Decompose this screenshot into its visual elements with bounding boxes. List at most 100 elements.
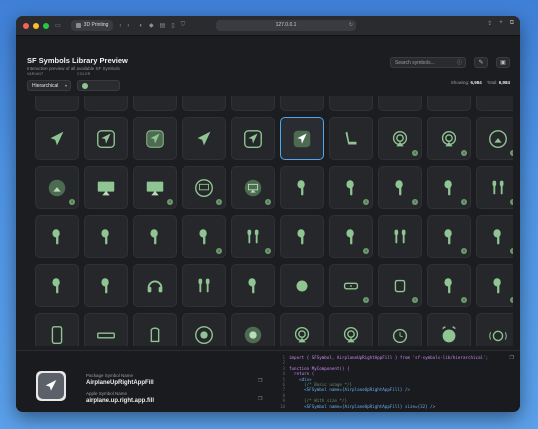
- color-picker[interactable]: [77, 80, 120, 91]
- symbol-cell[interactable]: i: [427, 117, 471, 160]
- share-icon[interactable]: ⇪: [487, 20, 492, 27]
- symbol-cell[interactable]: i: [35, 166, 79, 209]
- info-icon[interactable]: i: [265, 248, 271, 254]
- tab-group[interactable]: 3D Printing: [70, 20, 114, 31]
- tab-icon[interactable]: ▯: [171, 22, 174, 29]
- symbol-cell[interactable]: i: [476, 117, 513, 160]
- symbol-cell[interactable]: [280, 166, 324, 209]
- reader-icon[interactable]: ▤: [160, 22, 166, 29]
- symbol-cell[interactable]: [84, 96, 128, 111]
- edit-button[interactable]: ✎: [474, 57, 488, 68]
- symbol-cell[interactable]: [35, 96, 79, 111]
- zoom-button[interactable]: [43, 22, 49, 29]
- symbol-cell[interactable]: [182, 264, 226, 307]
- symbol-cell[interactable]: [427, 313, 471, 346]
- variant-select[interactable]: Hierarchical ▾: [27, 80, 71, 91]
- copy-package-icon[interactable]: ❐: [258, 378, 262, 384]
- new-tab-icon[interactable]: +: [499, 20, 503, 27]
- symbol-cell[interactable]: [84, 313, 128, 346]
- symbol-cell[interactable]: i: [329, 215, 373, 258]
- symbol-cell[interactable]: i: [378, 264, 422, 307]
- info-icon[interactable]: i: [412, 150, 418, 156]
- symbol-cell[interactable]: [329, 117, 373, 160]
- info-icon[interactable]: i: [216, 248, 222, 254]
- symbol-cell[interactable]: i: [133, 166, 177, 209]
- close-button[interactable]: [23, 22, 29, 29]
- info-icon[interactable]: i: [363, 297, 369, 303]
- symbol-cell[interactable]: [182, 117, 226, 160]
- info-icon[interactable]: i: [461, 150, 467, 156]
- symbol-cell[interactable]: [231, 313, 275, 346]
- info-icon[interactable]: i: [167, 199, 173, 205]
- info-icon[interactable]: i: [461, 248, 467, 254]
- symbol-cell[interactable]: [427, 96, 471, 111]
- info-icon[interactable]: i: [510, 297, 513, 303]
- info-icon[interactable]: i: [363, 199, 369, 205]
- symbol-cell[interactable]: i: [329, 313, 373, 346]
- symbol-cell[interactable]: i: [476, 215, 513, 258]
- symbol-cell[interactable]: i: [329, 264, 373, 307]
- panel-button[interactable]: ▣: [496, 57, 510, 68]
- symbol-cell[interactable]: i: [427, 166, 471, 209]
- symbol-cell[interactable]: i: [329, 166, 373, 209]
- symbol-cell[interactable]: [378, 215, 422, 258]
- tab-overview-icon[interactable]: ⧉: [510, 20, 514, 27]
- symbol-cell[interactable]: [378, 96, 422, 111]
- info-icon[interactable]: i: [461, 199, 467, 205]
- symbol-cell[interactable]: [182, 96, 226, 111]
- symbol-cell[interactable]: [280, 264, 324, 307]
- symbol-cell[interactable]: [280, 215, 324, 258]
- symbol-cell[interactable]: i: [476, 166, 513, 209]
- address-bar[interactable]: 127.0.0.1 ↻: [216, 20, 356, 31]
- symbol-cell[interactable]: i: [378, 166, 422, 209]
- reload-icon[interactable]: ↻: [349, 20, 353, 31]
- symbol-cell[interactable]: i: [182, 215, 226, 258]
- info-icon[interactable]: i: [510, 150, 513, 156]
- symbol-cell[interactable]: i: [231, 166, 275, 209]
- info-icon[interactable]: i: [363, 248, 369, 254]
- info-icon[interactable]: i: [265, 199, 271, 205]
- symbol-cell[interactable]: [476, 96, 513, 111]
- symbol-cell[interactable]: [84, 166, 128, 209]
- info-icon[interactable]: i: [412, 199, 418, 205]
- symbol-cell[interactable]: [84, 215, 128, 258]
- symbol-cell[interactable]: [280, 96, 324, 111]
- symbol-cell[interactable]: i: [280, 313, 324, 346]
- symbol-cell[interactable]: i: [231, 215, 275, 258]
- symbol-cell[interactable]: i: [427, 215, 471, 258]
- symbol-cell[interactable]: i: [476, 264, 513, 307]
- symbol-cell[interactable]: i: [378, 313, 422, 346]
- symbol-cell[interactable]: [231, 264, 275, 307]
- symbol-cell[interactable]: [35, 264, 79, 307]
- shield-icon[interactable]: ⛉: [181, 22, 186, 29]
- info-icon[interactable]: i: [461, 297, 467, 303]
- symbol-cell[interactable]: i: [378, 117, 422, 160]
- search-input[interactable]: Search symbols... ⓘ: [390, 57, 466, 68]
- back-icon[interactable]: ‹: [119, 23, 121, 29]
- minimize-button[interactable]: [33, 22, 39, 29]
- symbol-cell[interactable]: [35, 313, 79, 346]
- symbol-cell[interactable]: i: [182, 166, 226, 209]
- symbol-cell[interactable]: [133, 215, 177, 258]
- info-icon[interactable]: i: [412, 297, 418, 303]
- symbol-cell[interactable]: [329, 96, 373, 111]
- forward-icon[interactable]: ›: [127, 23, 129, 29]
- symbol-cell[interactable]: [231, 117, 275, 160]
- copy-code-icon[interactable]: ❐: [510, 355, 514, 361]
- symbol-cell[interactable]: [84, 117, 128, 160]
- info-icon[interactable]: i: [510, 248, 513, 254]
- info-icon[interactable]: i: [69, 199, 75, 205]
- symbol-cell[interactable]: [280, 117, 324, 160]
- symbol-cell[interactable]: [133, 313, 177, 346]
- symbol-cell[interactable]: i: [476, 313, 513, 346]
- info-icon[interactable]: i: [216, 199, 222, 205]
- symbol-cell[interactable]: [35, 215, 79, 258]
- symbol-cell[interactable]: [182, 313, 226, 346]
- symbol-cell[interactable]: [231, 96, 275, 111]
- symbol-cell[interactable]: [133, 264, 177, 307]
- symbol-cell[interactable]: [133, 96, 177, 111]
- symbol-cell[interactable]: [35, 117, 79, 160]
- extension-icon[interactable]: ◆: [149, 22, 154, 29]
- copy-apple-icon[interactable]: ❐: [258, 396, 262, 402]
- color-swatch[interactable]: [82, 83, 88, 89]
